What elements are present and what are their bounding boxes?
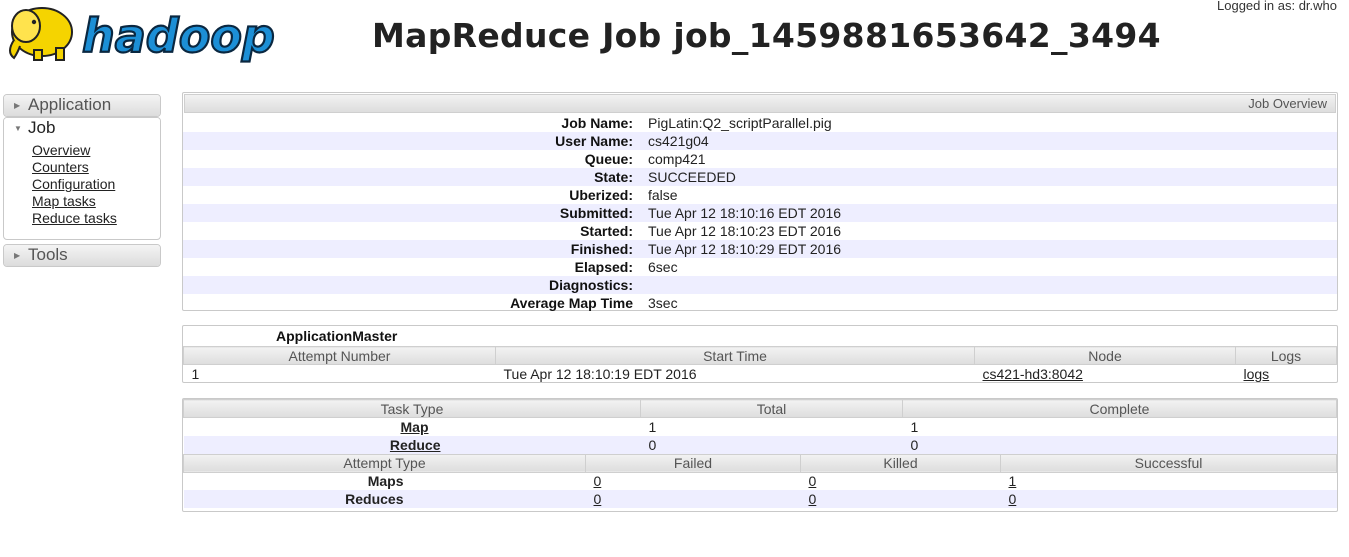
overview-key: Elapsed: — [574, 259, 633, 275]
overview-key: Job Name: — [561, 115, 633, 131]
logged-in-user: Logged in as: dr.who — [1217, 0, 1337, 13]
reduce-complete-cell: 0 — [902, 435, 1337, 454]
failed-header: Failed — [585, 453, 801, 473]
nav-counters-link[interactable]: Counters — [32, 159, 160, 176]
attempt-type-header: Attempt Type — [183, 453, 586, 473]
maps-successful-link[interactable]: 1 — [1009, 473, 1017, 489]
nav-application-section[interactable]: ▶ Application — [3, 94, 161, 117]
nav-overview-link[interactable]: Overview — [32, 142, 160, 159]
table-row: Reduce 0 0 — [183, 435, 1337, 454]
complete-header: Complete — [902, 399, 1337, 418]
start-time-header[interactable]: Start Time — [495, 346, 975, 365]
overview-value: false — [648, 187, 678, 203]
reduces-killed-link[interactable]: 0 — [809, 491, 817, 507]
node-header[interactable]: Node — [974, 346, 1236, 365]
reduce-tasks-link[interactable]: Reduce — [390, 437, 441, 453]
overview-value: cs421g04 — [648, 133, 709, 149]
logs-link[interactable]: logs — [1244, 366, 1270, 382]
page-title: MapReduce Job job_1459881653642_3494 — [372, 16, 1161, 55]
nav-tools-header[interactable]: ▶ Tools — [4, 245, 160, 266]
nav-tools-section[interactable]: ▶ Tools — [3, 244, 161, 267]
logs-header[interactable]: Logs — [1235, 346, 1337, 365]
overview-value: Tue Apr 12 18:10:29 EDT 2016 — [648, 241, 842, 257]
table-row: Reduces 0 0 0 — [183, 490, 1337, 508]
overview-key: User Name: — [555, 133, 633, 149]
overview-row: Started: Tue Apr 12 18:10:23 EDT 2016 — [183, 222, 1337, 240]
nav-configuration-link[interactable]: Configuration — [32, 176, 160, 193]
job-overview-panel: Job Overview Job Name: PigLatin:Q2_script… — [182, 92, 1338, 311]
overview-key: Finished: — [570, 241, 633, 257]
overview-value: 3sec — [648, 295, 678, 311]
application-master-title: ApplicationMaster — [276, 328, 398, 344]
attempt-number-cell: 1 — [191, 365, 200, 382]
overview-value: Tue Apr 12 18:10:16 EDT 2016 — [648, 205, 842, 221]
attempt-type-table: Attempt Type Failed Killed Successful Ma… — [183, 453, 1337, 508]
overview-key: State: — [594, 169, 633, 185]
elephant-icon — [9, 7, 73, 61]
successful-header: Successful — [1000, 453, 1337, 473]
total-header: Total — [640, 399, 903, 418]
overview-row: Queue: comp421 — [183, 150, 1337, 168]
maps-killed-link[interactable]: 0 — [809, 473, 817, 489]
overview-key: Started: — [580, 223, 633, 239]
task-type-header: Task Type — [183, 399, 641, 418]
nav-job-section: ▼ Job Overview Counters Configuration Map… — [3, 117, 161, 240]
overview-value: comp421 — [648, 151, 706, 167]
overview-row: Diagnostics: — [183, 276, 1337, 294]
table-row: 1 Tue Apr 12 18:10:19 EDT 2016 cs421-hd3… — [184, 365, 1337, 383]
overview-value: PigLatin:Q2_scriptParallel.pig — [648, 115, 832, 131]
overview-row: Submitted: Tue Apr 12 18:10:16 EDT 2016 — [183, 204, 1337, 222]
overview-key: Submitted: — [559, 205, 633, 221]
start-time-cell: Tue Apr 12 18:10:19 EDT 2016 — [503, 365, 697, 382]
overview-value: 6sec — [648, 259, 678, 275]
job-overview-rows: Job Name: PigLatin:Q2_scriptParallel.pig U… — [183, 114, 1337, 312]
overview-row: Job Name: PigLatin:Q2_scriptParallel.pig — [183, 114, 1337, 132]
overview-key: Average Map Time — [510, 295, 633, 311]
overview-key: Queue: — [584, 151, 633, 167]
overview-row: State: SUCCEEDED — [183, 168, 1337, 186]
reduces-successful-link[interactable]: 0 — [1009, 491, 1017, 507]
triangle-right-icon: ▶ — [14, 251, 21, 260]
overview-value: Tue Apr 12 18:10:23 EDT 2016 — [648, 223, 842, 239]
nav-application-header[interactable]: ▶ Application — [4, 95, 160, 116]
map-total-cell: 1 — [648, 418, 657, 435]
nav-map-tasks-link[interactable]: Map tasks — [32, 193, 160, 210]
map-tasks-link[interactable]: Map — [401, 419, 429, 435]
triangle-down-icon: ▼ — [14, 124, 22, 133]
overview-key: Diagnostics: — [548, 277, 633, 293]
reduce-total-cell: 0 — [640, 435, 903, 454]
node-link[interactable]: cs421-hd3:8042 — [983, 366, 1083, 382]
tasks-panel: Task Type Total Complete Map 1 1 Reduce … — [182, 398, 1338, 512]
hadoop-logo[interactable]: hadoop — [4, 0, 304, 70]
nav-job-header[interactable]: ▼ Job — [4, 118, 160, 139]
job-overview-header: Job Overview — [184, 94, 1336, 113]
maps-attempt-label: Maps — [367, 473, 404, 490]
nav-reduce-tasks-link[interactable]: Reduce tasks — [32, 210, 160, 227]
map-complete-cell: 1 — [910, 418, 919, 435]
table-row: Map 1 1 — [184, 418, 1337, 436]
overview-key: Uberized: — [569, 187, 633, 203]
killed-header: Killed — [800, 453, 1001, 473]
application-master-table: Attempt Number Start Time Node Logs 1 Tu… — [183, 346, 1337, 383]
maps-failed-link[interactable]: 0 — [594, 473, 602, 489]
overview-row: Average Map Time 3sec — [183, 294, 1337, 312]
overview-row: Uberized: false — [183, 186, 1337, 204]
triangle-right-icon: ▶ — [14, 101, 21, 110]
svg-text:hadoop: hadoop — [82, 9, 275, 63]
overview-row: User Name: cs421g04 — [183, 132, 1337, 150]
task-type-table: Task Type Total Complete Map 1 1 Reduce … — [183, 399, 1337, 454]
reduces-failed-link[interactable]: 0 — [594, 491, 602, 507]
application-master-panel: ApplicationMaster Attempt Number Start T… — [182, 325, 1338, 383]
overview-value: SUCCEEDED — [648, 169, 736, 185]
overview-row: Elapsed: 6sec — [183, 258, 1337, 276]
overview-row: Finished: Tue Apr 12 18:10:29 EDT 2016 — [183, 240, 1337, 258]
reduces-attempt-label: Reduces — [183, 490, 586, 508]
attempt-number-header[interactable]: Attempt Number — [183, 346, 496, 365]
table-row: Maps 0 0 1 — [184, 472, 1337, 490]
